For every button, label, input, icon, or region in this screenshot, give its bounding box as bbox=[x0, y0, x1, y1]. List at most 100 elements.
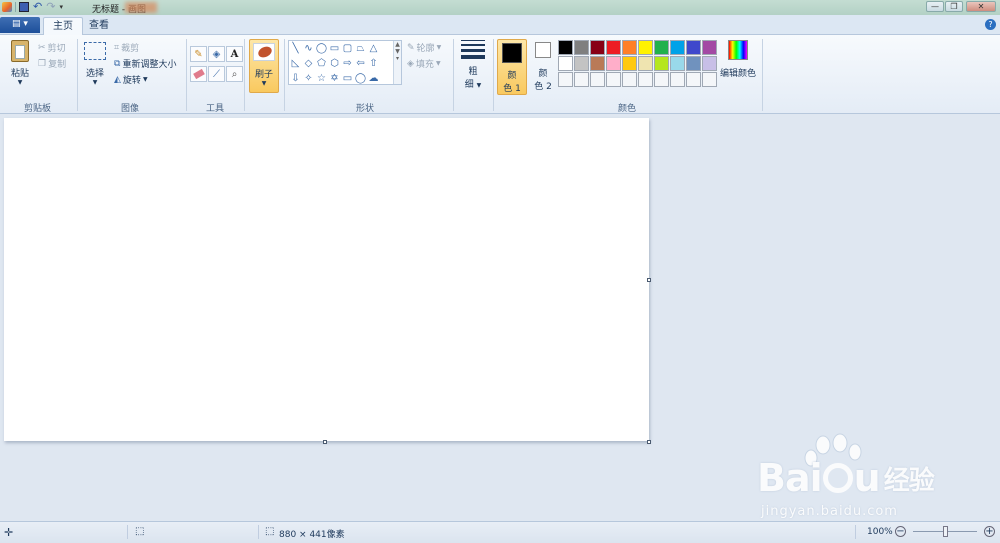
edit-colors-button[interactable]: 编辑颜色 bbox=[720, 40, 756, 79]
five-point-star-shape-icon[interactable]: ☆ bbox=[315, 71, 328, 86]
palette-color-swatch[interactable] bbox=[638, 40, 653, 55]
palette-color-swatch[interactable] bbox=[702, 72, 717, 87]
shapes-group-label: 形状 bbox=[355, 104, 374, 114]
close-button[interactable]: ✕ bbox=[966, 1, 996, 12]
palette-color-swatch[interactable] bbox=[590, 40, 605, 55]
palette-color-swatch[interactable] bbox=[686, 40, 701, 55]
left-arrow-shape-icon[interactable]: ⇦ bbox=[354, 56, 367, 71]
palette-color-swatch[interactable] bbox=[638, 72, 653, 87]
eraser-icon[interactable] bbox=[190, 66, 207, 82]
file-menu-button[interactable]: ▤ ▾ bbox=[0, 17, 40, 33]
callout-rect-shape-icon[interactable]: ▭ bbox=[341, 71, 354, 86]
palette-color-swatch[interactable] bbox=[574, 40, 589, 55]
save-icon[interactable] bbox=[19, 2, 29, 12]
palette-color-swatch[interactable] bbox=[702, 40, 717, 55]
palette-color-swatch[interactable] bbox=[654, 72, 669, 87]
pentagon-shape-icon[interactable]: ⬠ bbox=[315, 56, 328, 71]
crop-button[interactable]: ⌗ 裁剪 bbox=[114, 41, 139, 55]
color-picker-icon[interactable]: ⟋ bbox=[208, 66, 225, 82]
palette-color-swatch[interactable] bbox=[590, 56, 605, 71]
palette-color-swatch[interactable] bbox=[590, 72, 605, 87]
resize-icon: ⧉ bbox=[114, 58, 121, 69]
resize-handle-corner[interactable] bbox=[647, 440, 651, 444]
four-point-star-shape-icon[interactable]: ✧ bbox=[302, 71, 315, 86]
customize-toolbar-icon[interactable]: ▾ bbox=[59, 3, 63, 11]
rounded-rectangle-shape-icon[interactable]: ▢ bbox=[341, 41, 354, 56]
palette-color-swatch[interactable] bbox=[622, 72, 637, 87]
color2-button[interactable]: 颜 色 2 bbox=[530, 39, 556, 92]
pencil-icon[interactable]: ✎ bbox=[190, 46, 207, 62]
paste-button[interactable]: 粘贴 ▼ bbox=[6, 40, 34, 86]
fill-bucket-icon[interactable]: ◈ bbox=[208, 46, 225, 62]
rectangle-shape-icon[interactable]: ▭ bbox=[328, 41, 341, 56]
triangle-shape-icon[interactable]: △ bbox=[367, 41, 380, 56]
palette-color-swatch[interactable] bbox=[670, 40, 685, 55]
palette-color-swatch[interactable] bbox=[558, 72, 573, 87]
paint-app-icon[interactable] bbox=[2, 2, 12, 12]
palette-color-swatch[interactable] bbox=[622, 56, 637, 71]
zoom-in-button[interactable]: + bbox=[984, 526, 995, 537]
down-arrow-shape-icon[interactable]: ⇩ bbox=[289, 71, 302, 86]
palette-color-swatch[interactable] bbox=[574, 56, 589, 71]
palette-color-swatch[interactable] bbox=[686, 72, 701, 87]
polygon-shape-icon[interactable]: ⏢ bbox=[354, 41, 367, 56]
zoom-out-button[interactable]: − bbox=[895, 526, 906, 537]
line-shape-icon[interactable]: ╲ bbox=[289, 41, 302, 56]
palette-color-swatch[interactable] bbox=[574, 72, 589, 87]
palette-color-swatch[interactable] bbox=[670, 56, 685, 71]
hexagon-shape-icon[interactable]: ⬡ bbox=[328, 56, 341, 71]
callout-oval-shape-icon[interactable]: ◯ bbox=[354, 71, 367, 86]
cut-button[interactable]: ✂ 剪切 bbox=[38, 41, 66, 55]
outline-button[interactable]: ✎ 轮廓 ▼ bbox=[407, 41, 441, 55]
drawing-canvas[interactable] bbox=[4, 118, 649, 441]
palette-color-swatch[interactable] bbox=[670, 72, 685, 87]
palette-color-swatch[interactable] bbox=[558, 40, 573, 55]
zoom-slider-thumb[interactable] bbox=[943, 526, 948, 537]
palette-color-swatch[interactable] bbox=[558, 56, 573, 71]
resize-label: 重新调整大小 bbox=[122, 60, 177, 70]
rotate-button[interactable]: ◭ 旋转 ▼ bbox=[114, 73, 148, 87]
zoom-slider[interactable] bbox=[913, 526, 977, 537]
palette-color-swatch[interactable] bbox=[606, 72, 621, 87]
tab-view[interactable]: 查看 bbox=[80, 17, 118, 35]
curve-shape-icon[interactable]: ∿ bbox=[302, 41, 315, 56]
oval-shape-icon[interactable]: ◯ bbox=[315, 41, 328, 56]
undo-icon[interactable]: ↶ bbox=[33, 1, 42, 12]
magnifier-icon[interactable]: ⌕ bbox=[226, 66, 243, 82]
palette-color-swatch[interactable] bbox=[638, 56, 653, 71]
canvas-size-icon: ⬚ bbox=[265, 526, 275, 537]
six-point-star-shape-icon[interactable]: ✡ bbox=[328, 71, 341, 86]
tab-home[interactable]: 主页 bbox=[43, 17, 83, 35]
palette-color-swatch[interactable] bbox=[686, 56, 701, 71]
diamond-shape-icon[interactable]: ◇ bbox=[302, 56, 315, 71]
fill-button[interactable]: ◈ 填充 ▼ bbox=[407, 57, 441, 71]
zoom-level: 100% bbox=[867, 527, 893, 537]
palette-color-swatch[interactable] bbox=[622, 40, 637, 55]
restore-button[interactable]: ❐ bbox=[945, 1, 963, 12]
color1-button[interactable]: 颜 色 1 bbox=[497, 39, 527, 95]
right-triangle-shape-icon[interactable]: ◺ bbox=[289, 56, 302, 71]
brushes-button[interactable]: 刷子 ▼ bbox=[249, 39, 279, 93]
palette-color-swatch[interactable] bbox=[606, 40, 621, 55]
resize-handle-bottom[interactable] bbox=[323, 440, 327, 444]
callout-cloud-shape-icon[interactable]: ☁ bbox=[367, 71, 380, 86]
minimize-button[interactable]: — bbox=[926, 1, 944, 12]
up-arrow-shape-icon[interactable]: ⇧ bbox=[367, 56, 380, 71]
shapes-scrollbar[interactable]: ▲ ▼ ▾ bbox=[393, 41, 401, 84]
copy-button[interactable]: ❐ 复制 bbox=[38, 57, 66, 71]
resize-button[interactable]: ⧉ 重新调整大小 bbox=[114, 57, 177, 71]
size-button[interactable]: 粗 细 ▼ bbox=[459, 40, 487, 90]
shapes-gallery[interactable]: ╲ ∿ ◯ ▭ ▢ ⏢ △ ◺ ◇ ⬠ ⬡ ⇨ ⇦ ⇧ ⇩ ✧ ☆ ✡ ▭ ◯ … bbox=[288, 40, 402, 85]
text-tool-icon[interactable]: A bbox=[226, 46, 243, 62]
palette-color-swatch[interactable] bbox=[654, 40, 669, 55]
cut-label: 剪切 bbox=[47, 44, 66, 54]
redo-icon[interactable]: ↷ bbox=[46, 1, 55, 12]
status-divider bbox=[855, 525, 856, 539]
palette-color-swatch[interactable] bbox=[702, 56, 717, 71]
select-button[interactable]: 选择 ▼ bbox=[82, 42, 108, 86]
palette-color-swatch[interactable] bbox=[606, 56, 621, 71]
help-icon[interactable]: ? bbox=[985, 19, 996, 30]
palette-color-swatch[interactable] bbox=[654, 56, 669, 71]
resize-handle-right[interactable] bbox=[647, 278, 651, 282]
right-arrow-shape-icon[interactable]: ⇨ bbox=[341, 56, 354, 71]
